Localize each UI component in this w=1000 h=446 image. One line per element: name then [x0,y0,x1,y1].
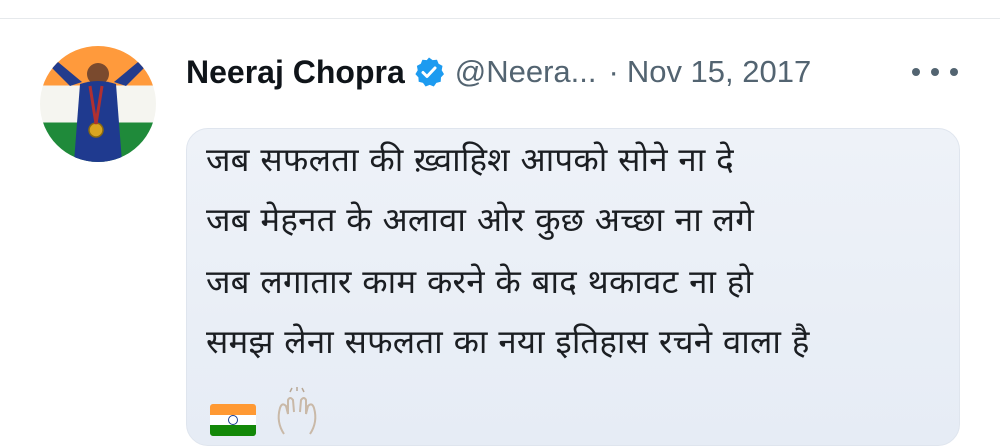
more-options-button[interactable] [912,64,958,80]
tweet-header: Neeraj Chopra @Neera... · Nov 15, 2017 [186,52,811,92]
top-divider [0,18,1000,19]
tweet-text-line: जब सफलता की ख़्वाहिश आपको सोने ना दे [206,140,734,179]
verified-badge-icon [413,56,445,88]
more-dot-icon [912,68,920,76]
author-name[interactable]: Neeraj Chopra [186,54,405,91]
avatar-image [50,62,146,162]
emoji-row [210,386,324,436]
avatar[interactable] [40,46,156,162]
tweet-text-line: समझ लेना सफलता का नया इतिहास रचने वाला ह… [206,322,810,361]
author-handle[interactable]: @Neera... [455,54,597,90]
tweet-text-line: जब मेहनत के अलावा ओर कुछ अच्छा ना लगे [206,200,754,239]
india-flag-icon [210,404,256,436]
clapping-hands-icon [277,387,317,435]
tweet-text-line: जब लगातार काम करने के बाद थकावट ना हो [206,262,754,301]
meta-separator: · [608,54,619,89]
more-dot-icon [931,68,939,76]
tweet-date[interactable]: Nov 15, 2017 [627,54,811,90]
more-dot-icon [950,68,958,76]
